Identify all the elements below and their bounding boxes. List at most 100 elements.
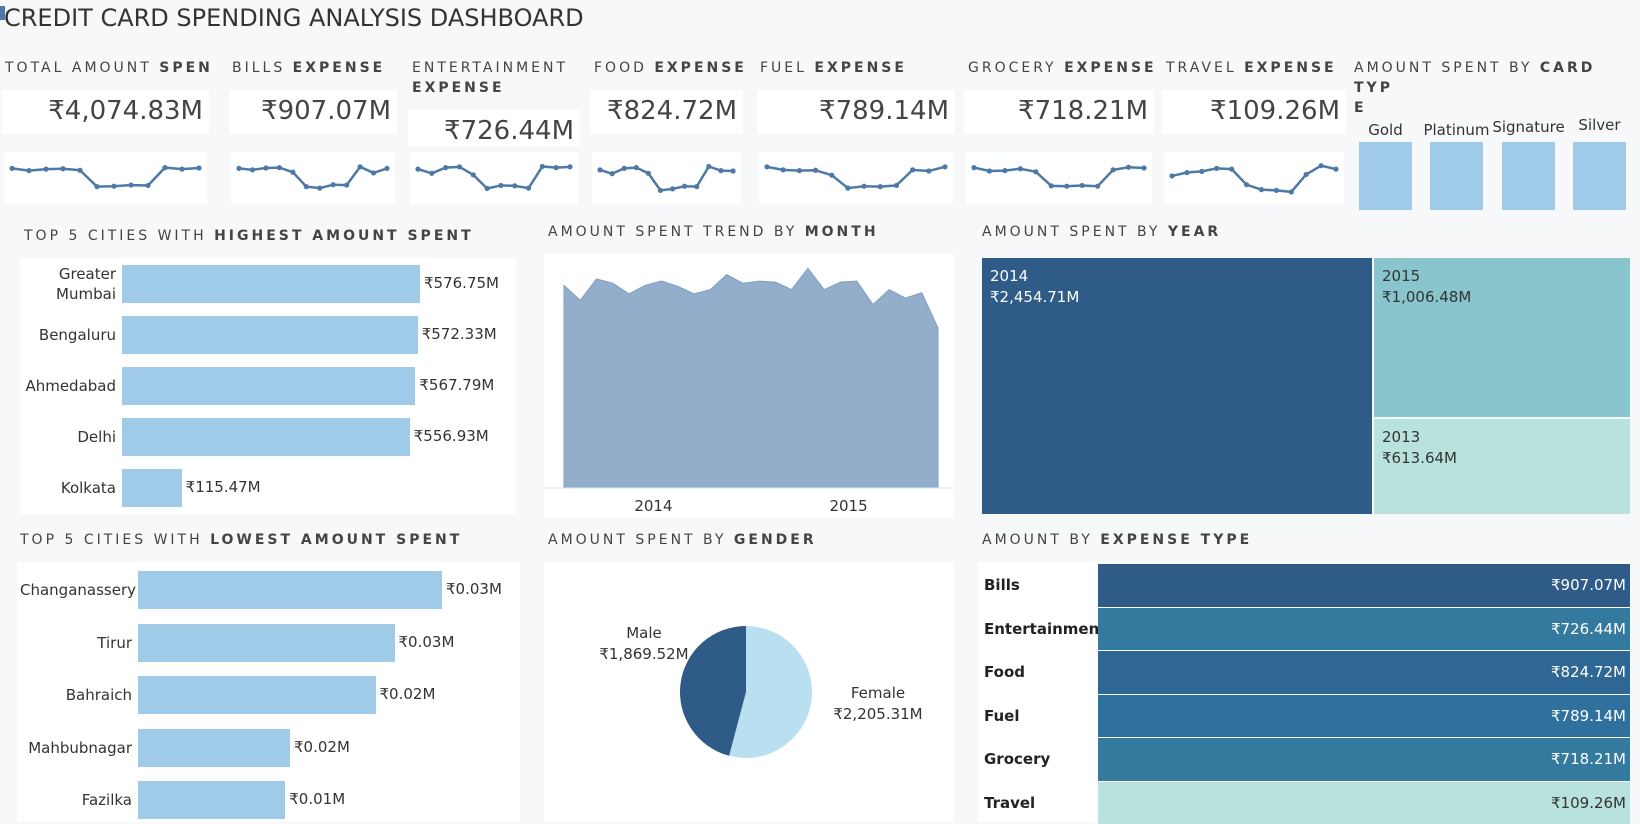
kpi-sparkline xyxy=(592,152,741,204)
treemap-value-label: ₹2,454.71M xyxy=(990,287,1079,308)
expense-category-label: Travel xyxy=(984,794,1035,812)
bar-category-label: Changanassery xyxy=(20,580,132,600)
sparkline-point xyxy=(1095,184,1100,189)
kpi-value: ₹4,074.83M xyxy=(2,96,203,126)
sparkline-line xyxy=(767,167,945,188)
bar xyxy=(138,729,290,767)
kpi-label-text: TOTAL AMOUNT xyxy=(5,60,159,76)
sparkline-point xyxy=(646,171,651,176)
sparkline-point xyxy=(196,165,201,170)
expense-value-label: ₹109.26M xyxy=(1098,794,1626,812)
sparkline-point xyxy=(718,168,723,173)
expense-value-label: ₹718.21M xyxy=(1098,750,1626,768)
kpi-sparkline xyxy=(966,152,1152,204)
card-type-bar xyxy=(1573,142,1626,210)
sparkline-point xyxy=(26,168,31,173)
sparkline-point xyxy=(1049,183,1054,188)
sparkline-point xyxy=(111,184,116,189)
kpi-value: ₹726.44M xyxy=(408,116,574,146)
kpi-label: TOTAL AMOUNT SPENT xyxy=(5,58,220,78)
pie-value-label: ₹1,869.52M xyxy=(599,645,688,663)
sparkline-point xyxy=(971,165,976,170)
bar-value-label: ₹572.33M xyxy=(422,325,497,343)
sparkline-point xyxy=(1064,184,1069,189)
sparkline-point xyxy=(694,184,699,189)
sparkline-point xyxy=(1184,170,1189,175)
sparkline-point xyxy=(484,186,489,191)
sparkline-point xyxy=(797,168,802,173)
sparkline-point xyxy=(1229,167,1234,172)
sparkline-point xyxy=(567,164,572,169)
sparkline-point xyxy=(861,184,866,189)
sparkline-point xyxy=(829,173,834,178)
expense-category-label: Food xyxy=(984,663,1025,681)
gender-pie-chart: Male₹1,869.52MFemale₹2,205.31M xyxy=(544,562,954,822)
kpi-label-text: GROCERY xyxy=(968,60,1064,76)
pie-category-label: Female xyxy=(851,684,905,702)
card-type-title: AMOUNT SPENT BY CARD TYPE xyxy=(1354,58,1636,118)
sparkline-point xyxy=(1214,166,1219,171)
sparkline-point xyxy=(457,164,462,169)
kpi-label-bold: EXPENSE xyxy=(412,80,505,96)
bar-category-label: Tirur xyxy=(20,633,132,653)
treemap-value-label: ₹1,006.48M xyxy=(1382,287,1471,308)
sparkline-point xyxy=(498,183,503,188)
low-cities-title: TOP 5 CITIES WITH LOWEST AMOUNT SPENT xyxy=(20,532,462,548)
sparkline-line xyxy=(600,166,733,190)
sparkline-point xyxy=(277,165,282,170)
kpi-value: ₹789.14M xyxy=(757,96,949,126)
sparkline-point xyxy=(1033,169,1038,174)
sparkline-point xyxy=(94,184,99,189)
expense-value-label: ₹824.72M xyxy=(1098,663,1626,681)
sparkline-point xyxy=(250,167,255,172)
sparkline-line xyxy=(239,167,387,188)
kpi-label-bold: EXPENSE xyxy=(1064,60,1157,76)
kpi-label-text: ENTERTAINMENT xyxy=(412,60,568,76)
sparkline-point xyxy=(43,167,48,172)
kpi-value: ₹824.72M xyxy=(590,96,737,126)
sparkline-point xyxy=(878,184,883,189)
sparkline-point xyxy=(706,164,711,169)
expense-value-label: ₹789.14M xyxy=(1098,707,1626,725)
bar xyxy=(138,624,395,662)
sparkline-line xyxy=(974,167,1144,186)
bar xyxy=(122,418,410,456)
card-type-label: Silver xyxy=(1563,116,1636,134)
sparkline-point xyxy=(597,167,602,172)
card-type-label: Signature xyxy=(1492,118,1565,136)
sparkline-point xyxy=(987,168,992,173)
gender-title: AMOUNT SPENT BY GENDER xyxy=(548,532,817,548)
bar-category-label: Fazilka xyxy=(20,790,132,810)
trend-area xyxy=(564,268,938,488)
bar-value-label: ₹115.47M xyxy=(186,478,261,496)
sparkline-point xyxy=(263,165,268,170)
kpi-label-text: TRAVEL xyxy=(1166,60,1244,76)
card-type-bar xyxy=(1430,142,1483,210)
sparkline-point xyxy=(145,183,150,188)
sparkline-point xyxy=(942,164,947,169)
bar xyxy=(122,316,418,354)
sparkline-point xyxy=(1169,173,1174,178)
bar-value-label: ₹567.79M xyxy=(419,376,494,394)
sparkline-point xyxy=(1199,169,1204,174)
bar xyxy=(122,265,420,303)
expense-title: AMOUNT BY EXPENSE TYPE xyxy=(982,532,1252,548)
sparkline-point xyxy=(371,170,376,175)
sparkline-point xyxy=(384,166,389,171)
sparkline-point xyxy=(1289,189,1294,194)
kpi-sparkline xyxy=(1164,152,1344,204)
kpi-value: ₹718.21M xyxy=(964,96,1148,126)
treemap-year-label: 2015 xyxy=(1382,266,1420,287)
kpi-label-bold: EXPENSE xyxy=(654,60,747,76)
expense-category-label: Fuel xyxy=(984,707,1020,725)
sparkline-point xyxy=(1080,183,1085,188)
bar-value-label: ₹0.01M xyxy=(289,790,345,808)
bar-value-label: ₹0.02M xyxy=(380,685,436,703)
sparkline-point xyxy=(730,168,735,173)
kpi-sparkline xyxy=(231,152,395,204)
kpi-label: GROCERY EXPENSE xyxy=(968,58,1166,78)
sparkline-point xyxy=(1018,166,1023,171)
sparkline-point xyxy=(540,164,545,169)
sparkline-point xyxy=(1002,168,1007,173)
bar-category-label: Mahbubnagar xyxy=(20,738,132,758)
